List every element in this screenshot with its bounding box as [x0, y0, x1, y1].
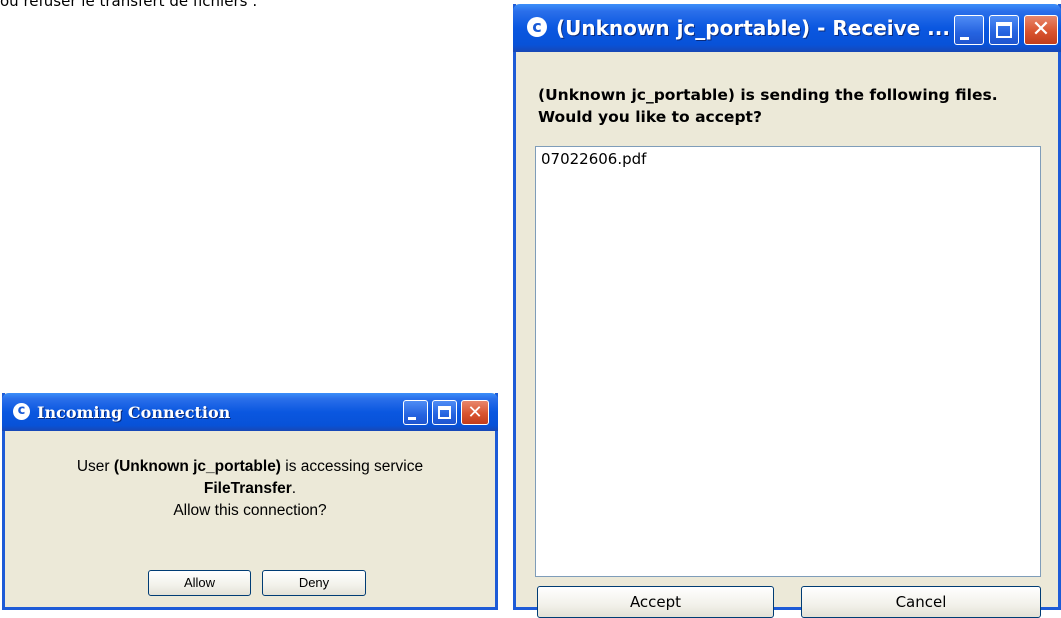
- window-title: Incoming Connection: [37, 403, 231, 422]
- service-name: FileTransfer: [203, 480, 292, 497]
- close-icon: ✕: [1031, 17, 1051, 42]
- minimize-button[interactable]: [954, 15, 984, 45]
- close-button[interactable]: ✕: [461, 400, 489, 425]
- close-button[interactable]: ✕: [1024, 15, 1058, 45]
- minimize-icon: [960, 37, 969, 40]
- deny-button[interactable]: Deny: [262, 570, 366, 596]
- window-title: (Unknown jc_portable) - Receive ...: [556, 16, 950, 40]
- message-line-2: Would you like to accept?: [538, 108, 762, 126]
- close-icon: ✕: [467, 402, 483, 423]
- app-logo-icon: c: [527, 17, 547, 37]
- file-list-item[interactable]: 07022606.pdf: [541, 150, 646, 168]
- maximize-button[interactable]: [432, 400, 457, 425]
- allow-button[interactable]: Allow: [148, 570, 251, 596]
- receive-files-window: c (Unknown jc_portable) - Receive ... ✕ …: [513, 4, 1061, 618]
- incoming-titlebar[interactable]: c Incoming Connection ✕: [2, 393, 498, 431]
- message-line-1: (Unknown jc_portable) is sending the fol…: [538, 86, 998, 104]
- user-name: (Unknown jc_portable): [113, 458, 281, 475]
- message-line-2: FileTransfer.: [203, 480, 297, 497]
- maximize-icon: [996, 22, 1012, 38]
- maximize-button[interactable]: [989, 15, 1019, 45]
- receive-message: (Unknown jc_portable) is sending the fol…: [538, 84, 998, 128]
- minimize-button[interactable]: [403, 400, 428, 425]
- minimize-icon: [408, 417, 416, 420]
- message-line-1: User (Unknown jc_portable) is accessing …: [76, 458, 424, 475]
- receive-titlebar[interactable]: c (Unknown jc_portable) - Receive ... ✕: [513, 4, 1061, 52]
- app-logo-icon: c: [13, 403, 30, 420]
- cancel-button[interactable]: Cancel: [801, 586, 1041, 618]
- accept-button[interactable]: Accept: [537, 586, 774, 618]
- incoming-connection-window: c Incoming Connection ✕ User (Unknown jc…: [2, 393, 498, 610]
- incoming-message: User (Unknown jc_portable) is accessing …: [5, 456, 495, 522]
- message-line-3: Allow this connection?: [173, 502, 327, 519]
- caption-text: ou refuser le transfert de fichiers :: [0, 0, 258, 10]
- file-list[interactable]: 07022606.pdf: [535, 146, 1041, 577]
- maximize-icon: [438, 406, 451, 419]
